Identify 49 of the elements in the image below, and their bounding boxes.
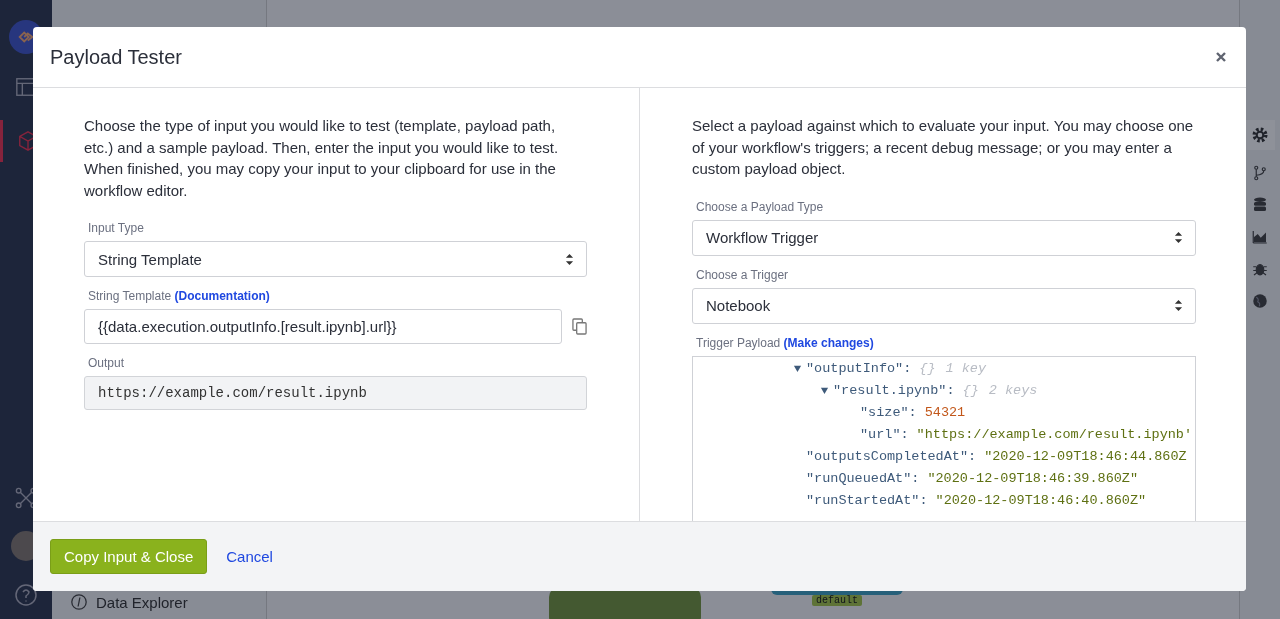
json-value: "2020-12-09T18:46:39.860Z": [927, 471, 1139, 486]
instructions-text: Choose the type of input you would like to test (template, payload path, etc.) and a sample payload. Then, enter the input you would like to test. When finished, you may copy your input to your clipboard for use in the workflow editor.: [84, 116, 560, 201]
json-value: "https://example.com/result.ipynb': [916, 427, 1193, 442]
field-label: String Template (Documentation): [88, 289, 270, 303]
nav-item[interactable]: Data Explorer: [96, 593, 188, 611]
trigger-select[interactable]: Notebook: [692, 287, 1196, 324]
json-braces: {}: [919, 361, 936, 376]
copy-icon[interactable]: [572, 318, 587, 335]
json-value: "2020-12-09T18:46:44.860Z: [984, 449, 1187, 464]
json-key: "url":: [860, 427, 909, 442]
json-key: "outputsCompletedAt":: [806, 449, 977, 464]
json-braces: {}: [962, 383, 979, 398]
branch-icon[interactable]: [1251, 164, 1269, 182]
key-count: 1 key: [945, 361, 987, 376]
up-down-arrows-icon: [565, 252, 574, 266]
template-input[interactable]: {{data.execution.outputInfo.[result.ipynb].url}}: [84, 309, 562, 344]
up-down-arrows-icon: [1174, 231, 1183, 244]
field-label: Output: [88, 356, 125, 370]
output-field: https://example.com/result.ipynb: [84, 376, 587, 410]
key-count: 2 keys: [988, 383, 1038, 398]
settings-icon[interactable]: [1245, 120, 1275, 150]
input-type-select[interactable]: String Template: [84, 241, 587, 277]
json-key: "runStartedAt":: [806, 493, 928, 508]
json-value: "2020-12-09T18:46:40.860Z": [935, 493, 1147, 508]
json-key: "runQueuedAt":: [806, 471, 920, 486]
json-key: "result.ipynb":: [833, 383, 955, 398]
field-label: Choose a Payload Type: [696, 199, 824, 214]
compass-icon: [70, 593, 88, 611]
documentation-link[interactable]: (Documentation): [174, 289, 270, 303]
json-key: "outputInfo":: [806, 361, 912, 376]
port-label: default: [812, 595, 862, 606]
up-down-arrows-icon: [1174, 299, 1183, 312]
close-icon[interactable]: [1215, 51, 1227, 63]
dialog-title: Payload Tester: [50, 45, 182, 69]
json-value: 54321: [924, 405, 966, 420]
expand-triangle-icon[interactable]: [820, 386, 829, 395]
help-icon[interactable]: [14, 583, 38, 607]
database-icon[interactable]: [1251, 196, 1269, 214]
cancel-link[interactable]: Cancel: [226, 548, 273, 565]
field-label: Trigger Payload (Make changes): [696, 335, 874, 350]
field-label: Input Type: [88, 221, 144, 235]
json-key: "size":: [860, 405, 917, 420]
field-label: Choose a Trigger: [696, 267, 789, 282]
expand-triangle-icon[interactable]: [793, 364, 802, 373]
area-chart-icon[interactable]: [1251, 228, 1269, 246]
make-changes-link[interactable]: (Make changes): [783, 335, 874, 350]
instructions-text: Select a payload against which to evaluate your input. You may choose one of your workflow's triggers; a recent debug message; or you may enter a custom payload object.: [692, 116, 1195, 179]
globe-icon[interactable]: [1251, 292, 1269, 310]
payload-type-select[interactable]: Workflow Trigger: [692, 219, 1196, 256]
